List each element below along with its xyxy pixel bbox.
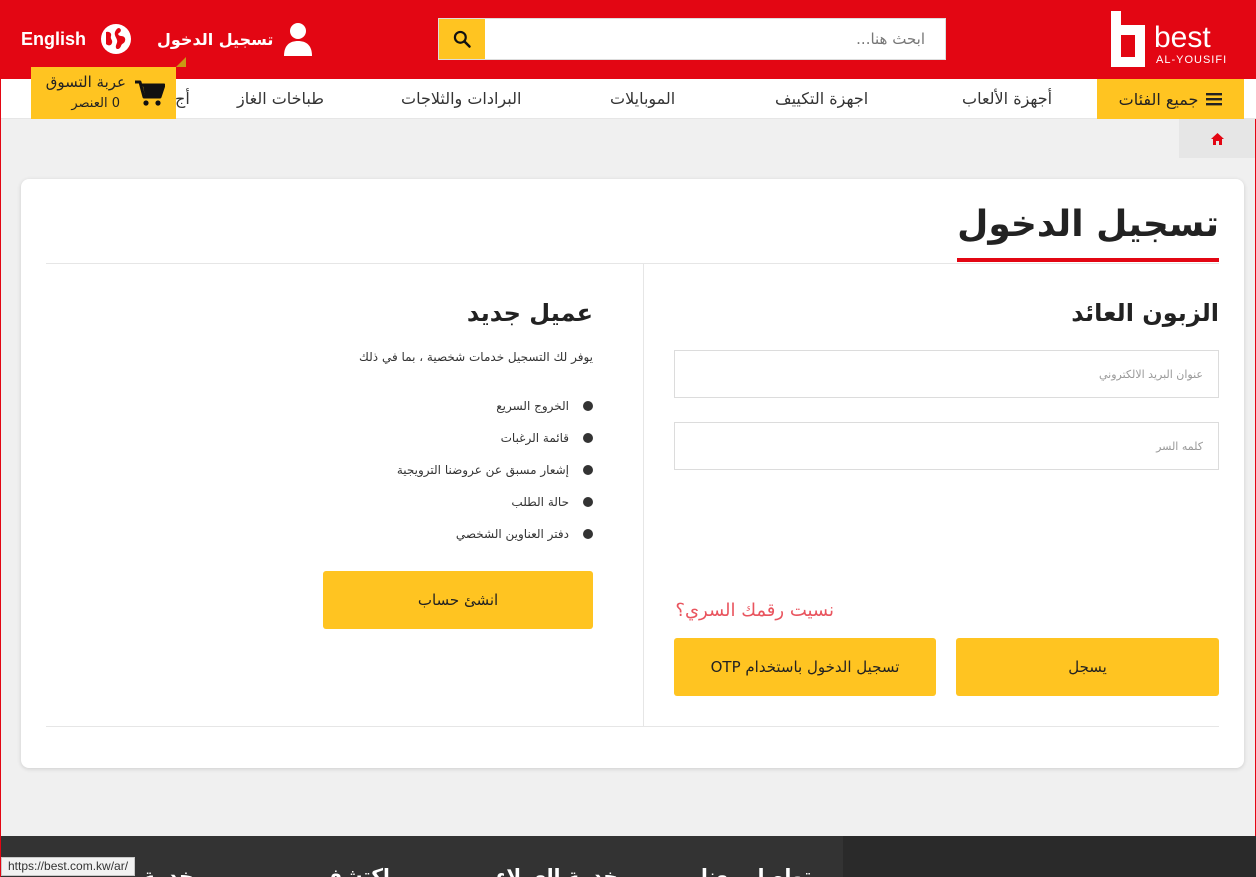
site-header: best AL-YOUSIFI تسجيل الدخول English <box>1 1 1256 79</box>
logo-mark <box>1111 11 1145 67</box>
divider <box>46 263 1219 264</box>
list-item: حالة الطلب <box>397 486 593 518</box>
user-icon <box>284 23 313 56</box>
cart-title: عربة التسوق <box>45 73 126 91</box>
benefit-label: قائمة الرغبات <box>500 431 569 445</box>
bullet <box>583 465 593 475</box>
benefit-label: حالة الطلب <box>511 495 569 509</box>
nav-item-gas-cookers[interactable]: طباخات الغاز <box>237 79 324 119</box>
password-field[interactable] <box>675 423 1218 469</box>
list-item: إشعار مسبق عن عروضنا الترويجية <box>397 454 593 486</box>
benefit-label: إشعار مسبق عن عروضنا الترويجية <box>396 463 569 477</box>
list-item: الخروج السريع <box>397 390 593 422</box>
create-account-button[interactable]: انشئ حساب <box>323 571 593 629</box>
title-underline <box>957 258 1219 262</box>
logo-word: best <box>1154 21 1211 54</box>
login-button[interactable]: يسجل <box>956 638 1219 696</box>
list-item: دفتر العناوين الشخصي <box>397 518 593 550</box>
search-input[interactable] <box>485 19 945 59</box>
header-login-link[interactable]: تسجيل الدخول <box>157 19 313 59</box>
nav-item-mobiles[interactable]: الموبايلات <box>610 79 675 119</box>
footer-discover[interactable]: اكتشف <box>319 864 390 877</box>
password-field-wrapper <box>674 422 1219 470</box>
login-card: تسجيل الدخول الزبون العائد نسيت رقمك الس… <box>21 179 1244 768</box>
shopping-cart[interactable]: عربة التسوق 0 العنصر <box>31 57 186 119</box>
nav-item-fridges[interactable]: البرادات والثلاجات <box>401 79 521 119</box>
search-bar <box>438 18 946 60</box>
all-categories-button[interactable]: جميع الفئات <box>1097 79 1244 119</box>
nav-item-truncated[interactable]: أج <box>175 79 190 119</box>
category-nav: جميع الفئات أجهزة الألعاب اجهزة التكييف … <box>1 79 1256 119</box>
header-login-label: تسجيل الدخول <box>157 29 274 49</box>
all-categories-label: جميع الفئات <box>1118 89 1199 109</box>
email-field[interactable] <box>675 351 1218 397</box>
status-bar-url: https://best.com.kw/ar/ <box>1 857 136 876</box>
bullet <box>583 529 593 539</box>
cart-icon <box>135 80 165 106</box>
site-logo[interactable]: best AL-YOUSIFI <box>1108 11 1243 69</box>
new-customer-description: يوفر لك التسجيل خدمات شخصية ، بما في ذلك <box>359 350 593 364</box>
forgot-password-link[interactable]: نسيت رقمك السري؟ <box>675 600 834 621</box>
site-footer: تواصل معنا خدمة العملاء اكتشف خدمة <box>1 836 1256 877</box>
footer-contact[interactable]: تواصل معنا <box>701 864 811 877</box>
page-title: تسجيل الدخول <box>957 204 1219 245</box>
otp-login-button[interactable]: تسجيل الدخول باستخدام OTP <box>674 638 936 696</box>
nav-item-gaming[interactable]: أجهزة الألعاب <box>962 79 1052 119</box>
divider <box>46 726 1219 727</box>
email-field-wrapper <box>674 350 1219 398</box>
menu-icon <box>1206 93 1223 106</box>
search-icon <box>453 30 471 48</box>
logo-subtitle: AL-YOUSIFI <box>1156 54 1228 66</box>
search-button[interactable] <box>439 19 485 59</box>
cart-count: 0 العنصر <box>71 96 120 111</box>
benefits-list: الخروج السريع قائمة الرغبات إشعار مسبق ع… <box>397 390 593 550</box>
bullet <box>583 497 593 507</box>
benefit-label: الخروج السريع <box>496 399 569 413</box>
column-divider <box>643 264 644 726</box>
breadcrumb-home[interactable] <box>1179 119 1255 158</box>
nav-item-ac[interactable]: اجهزة التكييف <box>775 79 868 119</box>
globe-icon <box>101 24 132 54</box>
returning-customer-title: الزبون العائد <box>1071 299 1219 327</box>
new-customer-title: عميل جديد <box>466 299 593 327</box>
bullet <box>583 433 593 443</box>
benefit-label: دفتر العناوين الشخصي <box>455 527 569 541</box>
footer-brand-area <box>843 836 1256 877</box>
footer-service[interactable]: خدمة <box>143 864 193 877</box>
footer-customer-service[interactable]: خدمة العملاء <box>496 864 618 877</box>
bullet <box>583 401 593 411</box>
home-icon <box>1210 132 1224 145</box>
list-item: قائمة الرغبات <box>397 422 593 454</box>
language-switcher[interactable]: English <box>21 19 132 59</box>
language-label: English <box>21 28 87 49</box>
